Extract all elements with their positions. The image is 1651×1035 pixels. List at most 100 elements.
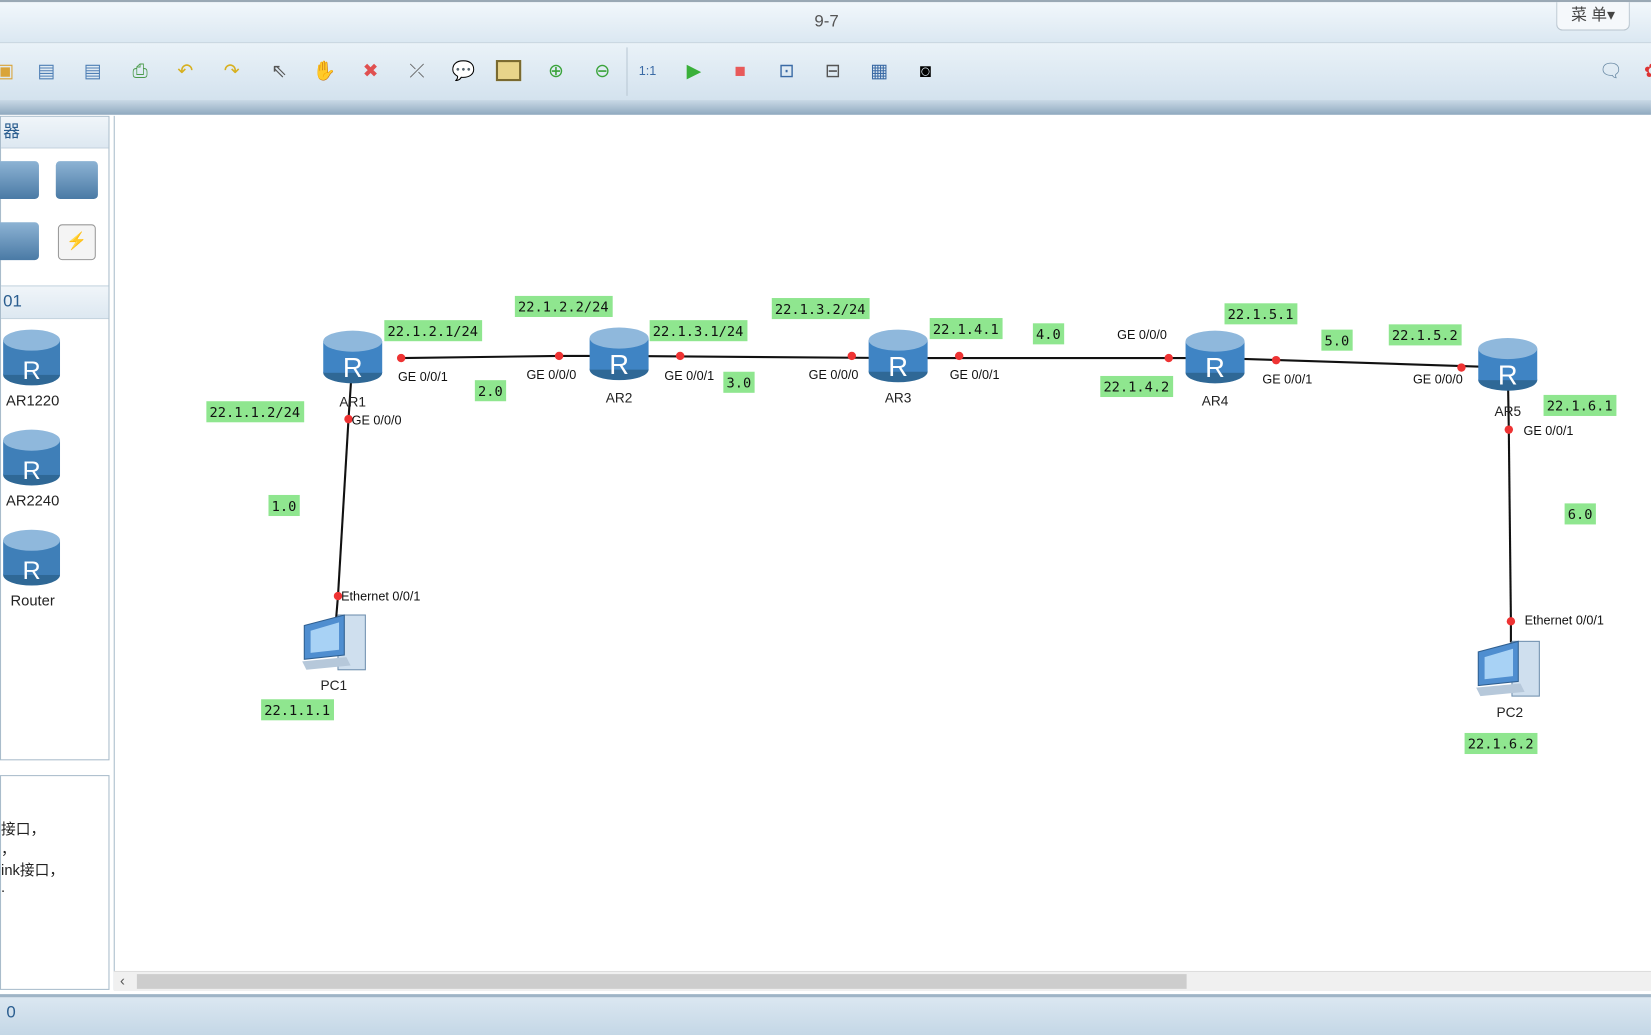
ip-annotation[interactable]: 22.1.2.2/24: [514, 295, 613, 317]
ip-annotation[interactable]: 22.1.2.1/24: [384, 320, 483, 342]
port-dot[interactable]: [554, 351, 564, 361]
router-ar3[interactable]: R: [868, 329, 928, 383]
port-dot[interactable]: [1504, 425, 1514, 434]
ip-annotation[interactable]: 22.1.5.1: [1224, 303, 1298, 325]
open-icon[interactable]: ▣: [0, 57, 19, 84]
port-dot[interactable]: [847, 351, 857, 361]
pan-hand-icon[interactable]: ✋: [311, 57, 338, 84]
pc2-computer-icon[interactable]: [1476, 640, 1540, 697]
ip-annotation-text: 22.1.6.2: [1468, 737, 1534, 753]
save-icon[interactable]: ▤: [33, 57, 60, 84]
horizontal-scrollbar[interactable]: ‹: [113, 970, 1651, 991]
toolbar-strip: [0, 100, 1651, 115]
stop-icon[interactable]: ■: [727, 57, 754, 84]
router-ar2[interactable]: R: [589, 327, 649, 381]
scroll-left-icon[interactable]: ‹: [120, 972, 125, 989]
svg-text:R: R: [1498, 359, 1518, 390]
category-header[interactable]: 器: [1, 116, 109, 149]
pc1-computer-icon[interactable]: [302, 614, 366, 671]
ip-annotation[interactable]: 22.1.3.2/24: [771, 298, 870, 320]
cli-icon[interactable]: ◙: [912, 57, 939, 84]
rectangle-icon[interactable]: [495, 57, 522, 84]
ip-annotation[interactable]: 22.1.6.2: [1464, 732, 1538, 755]
section-header[interactable]: 01: [1, 285, 109, 320]
port-dot[interactable]: [954, 351, 964, 361]
port-dot[interactable]: [1506, 617, 1516, 626]
ip-annotation[interactable]: 4.0: [1032, 323, 1065, 345]
router-ar1[interactable]: R: [323, 330, 383, 384]
ip-annotation-text: 22.1.4.2: [1103, 380, 1169, 396]
start-icon[interactable]: ▶: [680, 57, 707, 84]
ip-annotation[interactable]: 5.0: [1321, 329, 1353, 351]
topology-canvas[interactable]: R R R R R GE 0/0/1 GE 0/0/0 GE 0/0/1 GE 0/0/0 GE …: [113, 115, 1651, 990]
ip-annotation[interactable]: 2.0: [474, 380, 507, 402]
router-generic-icon[interactable]: R: [1, 528, 64, 591]
svg-text:R: R: [1205, 352, 1225, 383]
ip-annotation[interactable]: 22.1.4.2: [1100, 375, 1174, 398]
ip-annotation[interactable]: 22.1.4.1: [929, 318, 1003, 340]
port-dot[interactable]: [675, 351, 685, 361]
capture-icon[interactable]: ⊡: [773, 57, 800, 84]
ip-annotation-text: 22.1.1.2/24: [210, 405, 301, 421]
router-ar1220-icon[interactable]: R: [1, 328, 64, 391]
ip-annotation-text: 2.0: [478, 384, 503, 400]
grid-icon[interactable]: ▦: [865, 57, 892, 84]
zoom-out-icon[interactable]: ⊖: [589, 57, 616, 84]
router-icon: [1185, 330, 1245, 352]
ip-annotation-text: 22.1.6.1: [1547, 399, 1613, 415]
switch-device-icon[interactable]: [0, 222, 39, 261]
firewall-device-icon[interactable]: [55, 161, 98, 200]
huawei-icon[interactable]: ✿: [1638, 57, 1651, 84]
ip-annotation-text: 22.1.2.1/24: [387, 324, 478, 340]
topology-diagram: R R R R R GE 0/0/1 GE 0/0/0 GE 0/0/1 GE 0/0/0 GE …: [206, 295, 1617, 755]
ip-annotation[interactable]: 22.1.1.2/24: [206, 401, 305, 423]
select-icon[interactable]: ⇖: [265, 57, 292, 84]
device-label: Router: [10, 591, 55, 609]
port-dot[interactable]: [1271, 355, 1281, 365]
fit-icon[interactable]: 1:1: [634, 57, 661, 84]
redo-icon[interactable]: ↷: [218, 57, 245, 84]
port-label: GE 0/0/0: [1117, 328, 1167, 342]
print-icon[interactable]: ⎙: [126, 57, 153, 84]
device-name-label: AR2: [606, 390, 633, 405]
port-dot[interactable]: [396, 353, 406, 363]
window-title: 9-7: [814, 12, 839, 31]
topology-icon[interactable]: ⊟: [819, 57, 846, 84]
ip-annotation[interactable]: 6.0: [1564, 503, 1596, 525]
link-line[interactable]: [1507, 429, 1512, 622]
ip-annotation[interactable]: 1.0: [268, 494, 300, 517]
description-panel: 接口， ， ink接口， .: [0, 775, 110, 990]
text-comment-icon[interactable]: 💬: [450, 57, 477, 84]
ip-annotation[interactable]: 22.1.5.2: [1388, 324, 1462, 346]
ip-annotation-text: 22.1.3.1/24: [653, 324, 744, 340]
device-name-label: AR3: [885, 390, 912, 405]
router-ar4[interactable]: R: [1185, 330, 1245, 384]
port-label: GE 0/0/1: [950, 368, 1000, 382]
router-icon: [323, 330, 383, 352]
delete-icon[interactable]: ✖: [357, 57, 384, 84]
ip-annotation[interactable]: 22.1.1.1: [261, 699, 334, 721]
router-ar5[interactable]: R: [1478, 338, 1538, 391]
port-dot[interactable]: [1457, 363, 1466, 372]
wireless-device-icon[interactable]: [0, 161, 39, 200]
undo-icon[interactable]: ↶: [172, 57, 199, 84]
delete-link-icon[interactable]: ⤫: [403, 57, 430, 84]
ip-annotation[interactable]: 22.1.6.1: [1543, 394, 1617, 416]
menu-button[interactable]: 菜 单▾: [1556, 2, 1630, 31]
router-ar2240-icon[interactable]: R: [1, 428, 64, 491]
description-line: ink接口，: [1, 861, 65, 879]
port-label: Ethernet 0/0/1: [1525, 613, 1604, 627]
link-line[interactable]: [336, 419, 350, 597]
ip-annotation[interactable]: 22.1.3.1/24: [649, 320, 748, 342]
zoom-in-icon[interactable]: ⊕: [542, 57, 569, 84]
link-line[interactable]: [619, 354, 899, 360]
ip-annotation[interactable]: 3.0: [723, 371, 755, 393]
ip-annotation-text: 6.0: [1568, 507, 1593, 523]
port-dot[interactable]: [1164, 353, 1173, 363]
router-icon: [589, 327, 649, 349]
chat-icon[interactable]: 🗨: [1597, 57, 1624, 84]
save-as-icon[interactable]: ▤: [79, 57, 106, 84]
link-line[interactable]: [401, 354, 560, 360]
link-device-icon[interactable]: ⚡: [57, 224, 96, 261]
scrollbar-thumb[interactable]: [136, 974, 1187, 989]
